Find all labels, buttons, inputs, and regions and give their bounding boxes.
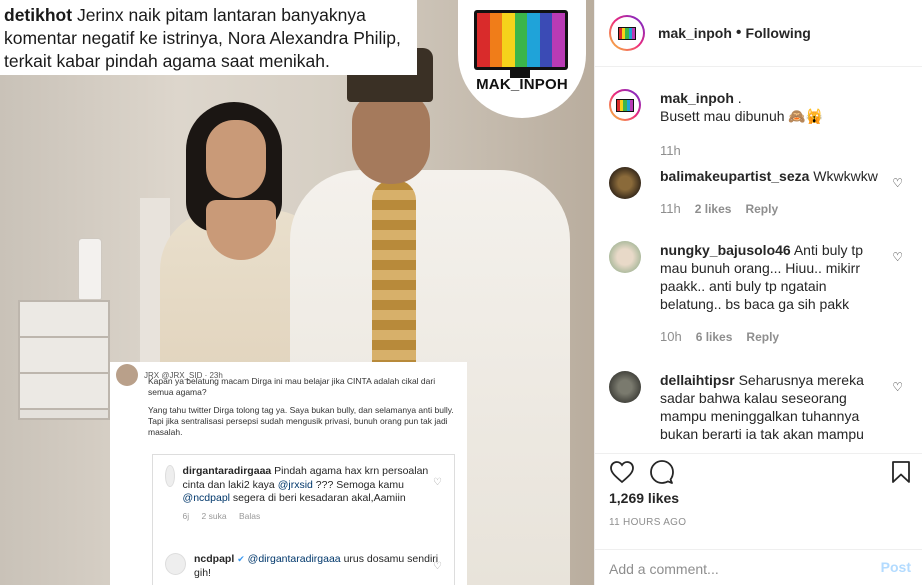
comment-username[interactable]: dellaihtipsr [660,372,735,388]
comment-text: mak_inpoh . Busett mau dibunuh 🙈🙀 [660,90,824,124]
separator-dot: • [735,24,742,41]
tv-icon [618,26,636,40]
comment-time[interactable]: 10h [660,329,682,344]
comment-like-heart-icon[interactable]: ♡ [892,380,903,394]
comment-reply-button[interactable]: Reply [745,202,778,216]
reply-avatar [165,465,175,487]
comment-meta: 10h 6 likes Reply [660,329,779,344]
following-button[interactable]: Following [746,25,811,41]
add-comment-input[interactable] [609,560,849,578]
logo-text: MAK_INPOH [476,76,568,93]
tweet-line: Kapan ya belatung macam Dirga ini mau be… [148,376,436,397]
image-man-face [352,92,430,184]
tweet-line: Yang tahu twitter Dirga tolong tag ya. S… [148,405,454,437]
add-comment-bar: Post [595,549,922,585]
post-header: mak_inpoh • Following [595,0,922,67]
reply-meta: 6j 2 suka Balas [182,510,261,521]
action-icons [609,458,911,492]
post-image[interactable]: detikhot Jerinx naik pitam lantaran bany… [0,0,594,585]
comment-item: balimakeupartist_seza Wkwkwkw ♡ 11h 2 li… [609,167,909,227]
likes-count[interactable]: 1,269 likes [609,490,679,506]
commenter-avatar[interactable] [609,371,641,403]
comment-text: nungky_bajusolo46 Anti buly tp mau bunuh… [660,242,864,312]
reply-text: ncdpapl ✔ @dirgantaradirgaaa urus dosamu… [194,553,439,579]
comment-meta: 11h [660,143,681,158]
comment-item: mak_inpoh . Busett mau dibunuh 🙈🙀 11h [609,89,909,169]
commenter-avatar[interactable] [609,241,641,273]
verified-icon: ✔ [237,554,245,564]
reply-item: dirgantaradirgaaa Pindah agama hax krn p… [165,465,445,521]
like-heart-icon[interactable] [609,460,635,484]
comment-likes[interactable]: 2 likes [695,202,732,216]
commenter-avatar[interactable] [609,167,641,199]
comment-time[interactable]: 11h [660,143,681,158]
comment-text: dellaihtipsr Seharusnya mereka sadar bah… [660,372,864,442]
instagram-post-view: detikhot Jerinx naik pitam lantaran bany… [0,0,922,585]
post-sidebar: mak_inpoh • Following mak_inpoh . Busett… [594,0,922,585]
comment-username[interactable]: mak_inpoh [660,90,734,106]
reply-avatar [165,553,187,575]
comment-username[interactable]: nungky_bajusolo46 [660,242,791,258]
embedded-tweet: JRX @JRX_SID · 23h Kapan ya belatung mac… [110,362,467,585]
post-comment-button[interactable]: Post [881,559,911,575]
comment-like-heart-icon[interactable]: ♡ [892,176,903,190]
bookmark-icon[interactable] [891,460,911,484]
image-woman-face [206,120,266,198]
image-bottle [78,238,102,300]
reply-heart-icon: ♡ [433,561,442,572]
image-caption: detikhot Jerinx naik pitam lantaran bany… [0,0,417,75]
comment-icon[interactable] [649,460,675,484]
author-username[interactable]: mak_inpoh [658,25,732,41]
comments-list[interactable]: mak_inpoh . Busett mau dibunuh 🙈🙀 11h ba… [595,67,922,453]
author-avatar[interactable] [609,15,645,51]
image-cabinet [18,300,110,420]
post-timestamp[interactable]: 11 HOURS AGO [609,517,686,528]
comment-username[interactable]: balimakeupartist_seza [660,168,809,184]
tv-icon [474,10,568,70]
tweet-replies: dirgantaradirgaaa Pindah agama hax krn p… [152,454,455,585]
caption-user: detikhot [4,5,73,25]
tweet-avatar [116,364,138,386]
comment-item: nungky_bajusolo46 Anti buly tp mau bunuh… [609,241,909,351]
reply-heart-icon: ♡ [433,477,442,488]
comment-item: dellaihtipsr Seharusnya mereka sadar bah… [609,371,909,453]
comment-likes[interactable]: 6 likes [696,330,733,344]
comment-time[interactable]: 11h [660,201,681,216]
commenter-avatar[interactable] [609,89,641,121]
comment-text: balimakeupartist_seza Wkwkwkw [660,168,878,184]
comment-meta: 11h 2 likes Reply [660,201,778,216]
comment-reply-button[interactable]: Reply [746,330,779,344]
comment-like-heart-icon[interactable]: ♡ [892,250,903,264]
reply-item: ncdpapl ✔ @dirgantaradirgaaa urus dosamu… [165,553,445,580]
post-actions: 1,269 likes 11 HOURS AGO Post [595,453,922,585]
reply-text: dirgantaradirgaaa Pindah agama hax krn p… [182,465,429,504]
tweet-body: Kapan ya belatung macam Dirga ini mau be… [148,376,460,445]
